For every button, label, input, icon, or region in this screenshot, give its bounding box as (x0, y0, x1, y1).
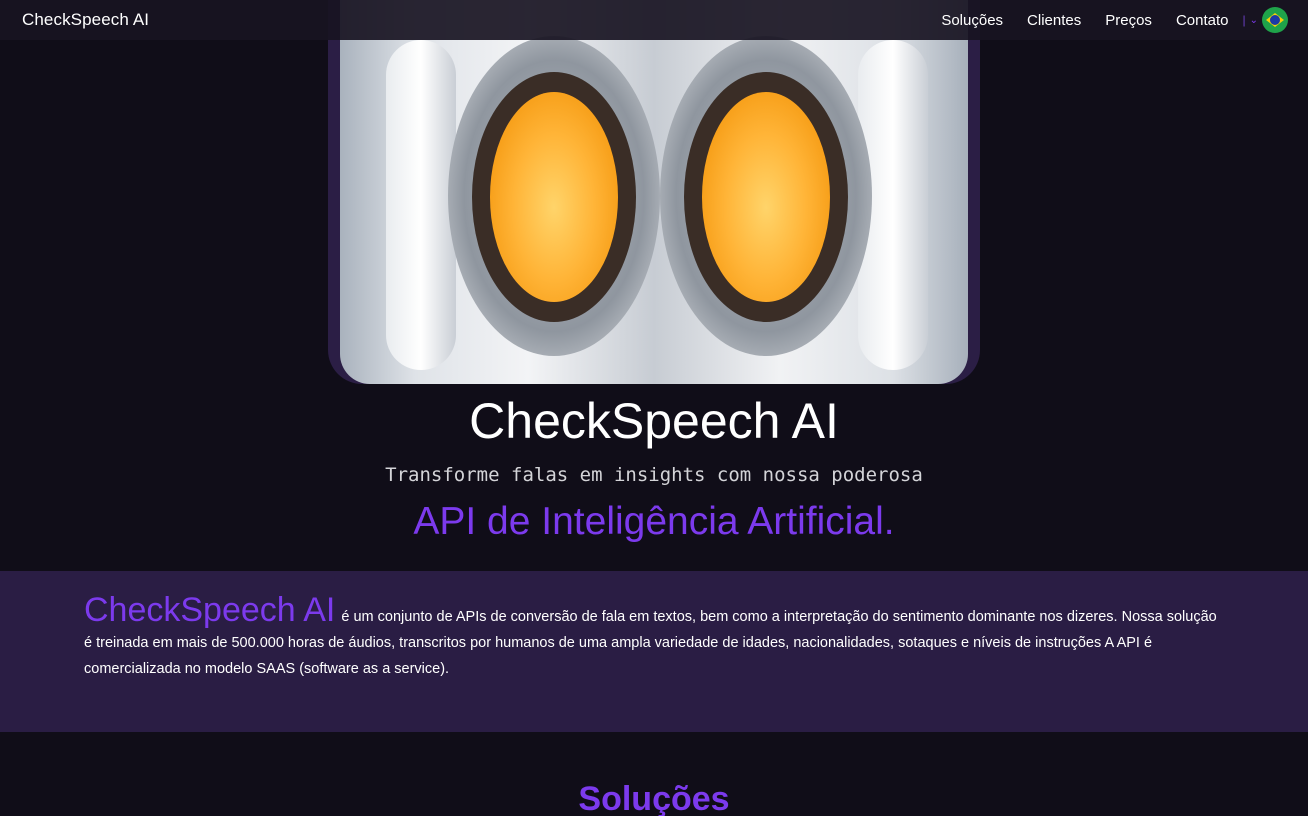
robot-illustration (340, 0, 968, 384)
brand-logo[interactable]: CheckSpeech AI (22, 10, 149, 30)
language-selector[interactable]: | ⌄ (1242, 7, 1288, 33)
hero-image (328, 0, 980, 384)
about-paragraph: CheckSpeech AI é um conjunto de APIs de c… (84, 593, 1224, 682)
navbar: CheckSpeech AI Soluções Clientes Preços … (0, 0, 1308, 40)
chevron-down-icon: ⌄ (1249, 14, 1258, 26)
hero-accent-text: API de Inteligência Artificial. (413, 500, 895, 543)
hero-title: CheckSpeech AI (469, 393, 839, 449)
brazil-flag-icon (1262, 7, 1288, 33)
nav-link-precos[interactable]: Preços (1105, 12, 1152, 29)
solutions-title: Soluções (578, 780, 730, 816)
language-separator: | (1242, 13, 1246, 27)
about-brand: CheckSpeech AI (84, 591, 336, 629)
nav-link-solucoes[interactable]: Soluções (941, 12, 1003, 29)
nav-link-clientes[interactable]: Clientes (1027, 12, 1081, 29)
about-section: CheckSpeech AI é um conjunto de APIs de c… (0, 571, 1308, 732)
hero-subtitle: Transforme falas em insights com nossa p… (385, 464, 923, 486)
nav-link-contato[interactable]: Contato (1176, 12, 1229, 29)
nav-links: Soluções Clientes Preços Contato | ⌄ (941, 7, 1288, 33)
